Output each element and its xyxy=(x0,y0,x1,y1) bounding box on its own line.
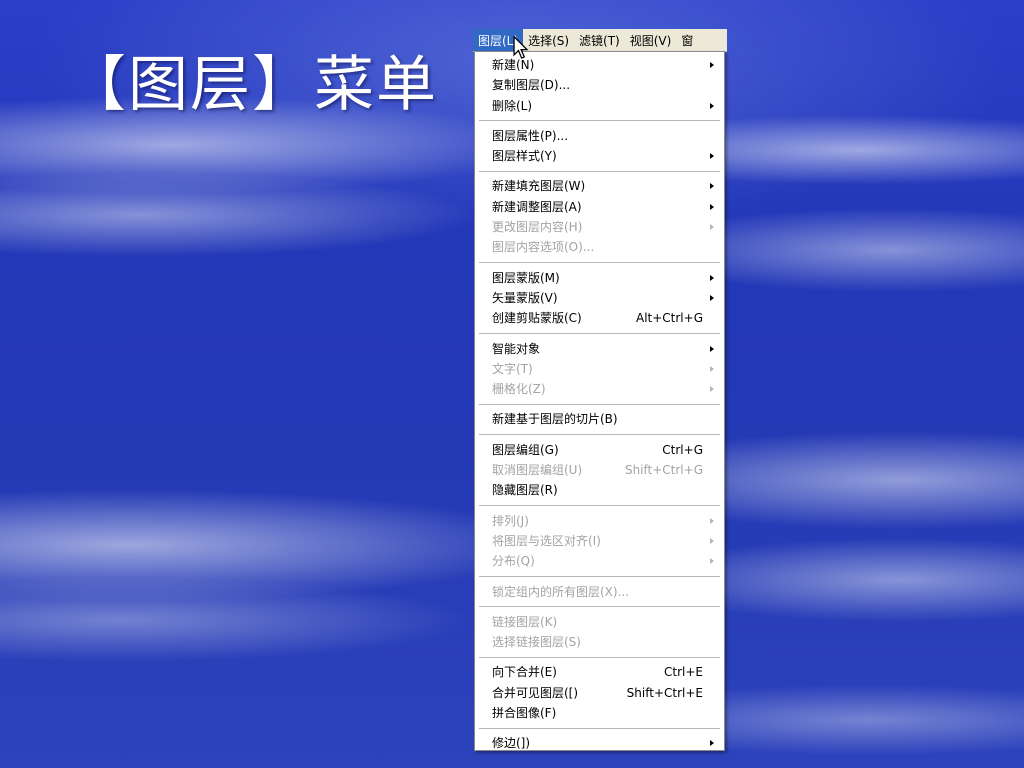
slide-title: 【图层】菜单 xyxy=(66,50,438,120)
submenu-arrow-icon xyxy=(710,102,714,109)
menu-item-label: 链接图层(K) xyxy=(492,614,558,629)
menu-item: 选择链接图层(S) xyxy=(475,632,724,652)
menu-item-label: 栅格化(Z) xyxy=(492,382,546,397)
menu-item-label: 复制图层(D)... xyxy=(492,78,571,93)
menu-item-label: 分布(Q) xyxy=(492,554,535,569)
menu-item[interactable]: 图层样式(Y) xyxy=(475,146,724,166)
menu-item-label: 将图层与选区对齐(I) xyxy=(492,533,601,548)
menu-bar: 图层(L) 选择(S) 滤镜(T) 视图(V) 窗 xyxy=(473,29,727,52)
menu-item: 更改图层内容(H) xyxy=(475,217,724,237)
menu-item: 栅格化(Z) xyxy=(475,379,724,399)
submenu-arrow-icon xyxy=(710,224,714,231)
submenu-arrow-icon xyxy=(710,203,714,210)
menu-separator xyxy=(479,434,720,436)
menu-item-label: 图层蒙版(M) xyxy=(492,270,560,285)
menu-separator xyxy=(479,403,720,405)
menu-item-label: 向下合并(E) xyxy=(492,665,557,680)
submenu-arrow-icon xyxy=(710,537,714,544)
menu-separator xyxy=(479,120,720,122)
submenu-arrow-icon xyxy=(710,153,714,160)
menu-item[interactable]: 矢量蒙版(V) xyxy=(475,288,724,308)
menu-item[interactable]: 新建填充图层(W) xyxy=(475,176,724,196)
menu-item-label: 图层样式(Y) xyxy=(492,149,557,164)
menu-separator xyxy=(479,606,720,608)
menu-item: 分布(Q) xyxy=(475,551,724,571)
menu-item[interactable]: 新建调整图层(A) xyxy=(475,197,724,217)
submenu-arrow-icon xyxy=(710,345,714,352)
menu-item-label: 隐藏图层(R) xyxy=(492,483,558,498)
menu-item-label: 创建剪贴蒙版(C) xyxy=(492,311,582,326)
menu-item: 链接图层(K) xyxy=(475,612,724,632)
menu-item-label: 图层内容选项(O)... xyxy=(492,240,595,255)
menu-item[interactable]: 复制图层(D)... xyxy=(475,75,724,95)
menu-view[interactable]: 视图(V) xyxy=(625,29,677,51)
menu-item-label: 文字(T) xyxy=(492,361,533,376)
submenu-arrow-icon xyxy=(710,294,714,301)
menu-item[interactable]: 创建剪贴蒙版(C) Alt+Ctrl+G xyxy=(475,308,724,328)
menu-separator xyxy=(479,170,720,172)
menu-separator xyxy=(479,576,720,578)
menu-item-label: 智能对象 xyxy=(492,341,541,356)
mouse-cursor-icon xyxy=(513,36,529,59)
menu-item[interactable]: 图层编组(G) Ctrl+G xyxy=(475,440,724,460)
menu-item-label: 新建(N) xyxy=(492,58,535,72)
menu-item: 图层内容选项(O)... xyxy=(475,237,724,257)
menu-item-label: 排列(J) xyxy=(492,513,529,528)
menu-separator xyxy=(479,333,720,335)
menu-item-shortcut: Shift+Ctrl+E xyxy=(626,685,703,700)
menu-item-label: 矢量蒙版(V) xyxy=(492,290,558,305)
menu-item[interactable]: 合并可见图层([) Shift+Ctrl+E xyxy=(475,683,724,703)
menu-item[interactable]: 图层属性(P)... xyxy=(475,126,724,146)
menu-separator xyxy=(479,727,720,729)
layer-dropdown-menu: 新建(N) 复制图层(D)... 删除(L) 图层属性(P)... 图层样式(Y) 新建填… xyxy=(474,51,725,751)
submenu-arrow-icon xyxy=(710,274,714,281)
menu-item-shortcut: Shift+Ctrl+G xyxy=(624,463,703,478)
menu-item: 排列(J) xyxy=(475,511,724,531)
menu-item[interactable]: 修边(]) xyxy=(475,733,724,753)
menu-filter[interactable]: 滤镜(T) xyxy=(574,29,625,51)
menu-separator xyxy=(479,505,720,507)
submenu-arrow-icon xyxy=(710,62,714,68)
menu-item-label: 图层属性(P)... xyxy=(492,128,569,143)
submenu-arrow-icon xyxy=(710,558,714,565)
submenu-arrow-icon xyxy=(710,740,714,747)
menu-item-label: 锁定组内的所有图层(X)... xyxy=(492,584,630,599)
submenu-arrow-icon xyxy=(710,365,714,372)
submenu-arrow-icon xyxy=(710,386,714,393)
menu-item-label: 合并可见图层([) xyxy=(492,685,579,700)
menu-item-shortcut: Alt+Ctrl+G xyxy=(635,311,703,326)
menu-item-label: 选择链接图层(S) xyxy=(492,635,581,650)
menu-item[interactable]: 拼合图像(F) xyxy=(475,703,724,723)
submenu-arrow-icon xyxy=(710,517,714,524)
menu-item-label: 新建基于图层的切片(B) xyxy=(492,412,618,427)
menu-item-label: 新建填充图层(W) xyxy=(492,179,586,194)
menu-item-label: 新建调整图层(A) xyxy=(492,199,582,214)
menu-item-label: 拼合图像(F) xyxy=(492,706,557,721)
menu-item[interactable]: 新建基于图层的切片(B) xyxy=(475,409,724,429)
menu-item[interactable]: 智能对象 xyxy=(475,339,724,359)
menu-item-label: 图层编组(G) xyxy=(492,442,559,457)
menu-item[interactable]: 向下合并(E) Ctrl+E xyxy=(475,662,724,682)
menu-item-shortcut: Ctrl+E xyxy=(664,665,703,680)
menu-item-shortcut: Ctrl+G xyxy=(662,442,703,457)
menu-item[interactable]: 图层蒙版(M) xyxy=(475,268,724,288)
menu-separator xyxy=(479,656,720,658)
menu-item: 将图层与选区对齐(I) xyxy=(475,531,724,551)
menu-item-label: 删除(L) xyxy=(492,98,533,113)
submenu-arrow-icon xyxy=(710,183,714,190)
menu-item[interactable]: 隐藏图层(R) xyxy=(475,480,724,500)
menu-separator xyxy=(479,262,720,264)
menu-item: 文字(T) xyxy=(475,359,724,379)
menu-item: 锁定组内的所有图层(X)... xyxy=(475,582,724,602)
menu-item: 取消图层编组(U) Shift+Ctrl+G xyxy=(475,460,724,480)
menu-item[interactable]: 删除(L) xyxy=(475,96,724,116)
menu-select[interactable]: 选择(S) xyxy=(523,29,574,51)
menu-item-label: 更改图层内容(H) xyxy=(492,220,583,235)
menu-item-label: 取消图层编组(U) xyxy=(492,463,583,478)
menu-window[interactable]: 窗 xyxy=(676,29,698,51)
menu-item-label: 修边(]) xyxy=(492,736,531,751)
